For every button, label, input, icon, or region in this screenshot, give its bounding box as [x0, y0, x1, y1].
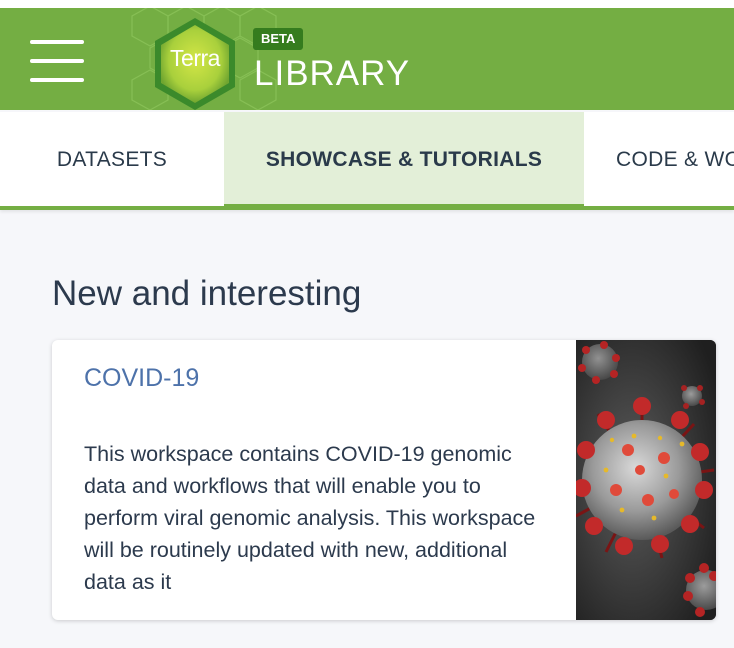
library-tabs: DATASETS SHOWCASE & TUTORIALS CODE & WOR… [0, 112, 734, 210]
tab-datasets[interactable]: DATASETS [0, 112, 224, 208]
hamburger-menu-icon[interactable] [30, 40, 84, 82]
tab-showcase-tutorials[interactable]: SHOWCASE & TUTORIALS [224, 112, 584, 208]
section-title: New and interesting [52, 274, 362, 313]
beta-badge: BETA [253, 28, 304, 50]
app-header: Terra BETA LIBRARY [0, 8, 734, 110]
coronavirus-image [576, 340, 716, 620]
top-strip [0, 0, 734, 8]
card-description: This workspace contains COVID-19 genomic… [84, 442, 536, 594]
active-tab-indicator [224, 204, 584, 210]
card-title[interactable]: COVID-19 [84, 362, 199, 394]
page-title: LIBRARY [254, 54, 411, 93]
workspace-card[interactable]: COVID-19 This workspace contains COVID-1… [52, 340, 716, 620]
tab-code-workflows[interactable]: CODE & WORKFLOWS [584, 112, 734, 208]
terra-library-page: Terra BETA LIBRARY DATASETS SHOWCASE & T… [0, 0, 734, 648]
logo-text: Terra [170, 45, 220, 71]
